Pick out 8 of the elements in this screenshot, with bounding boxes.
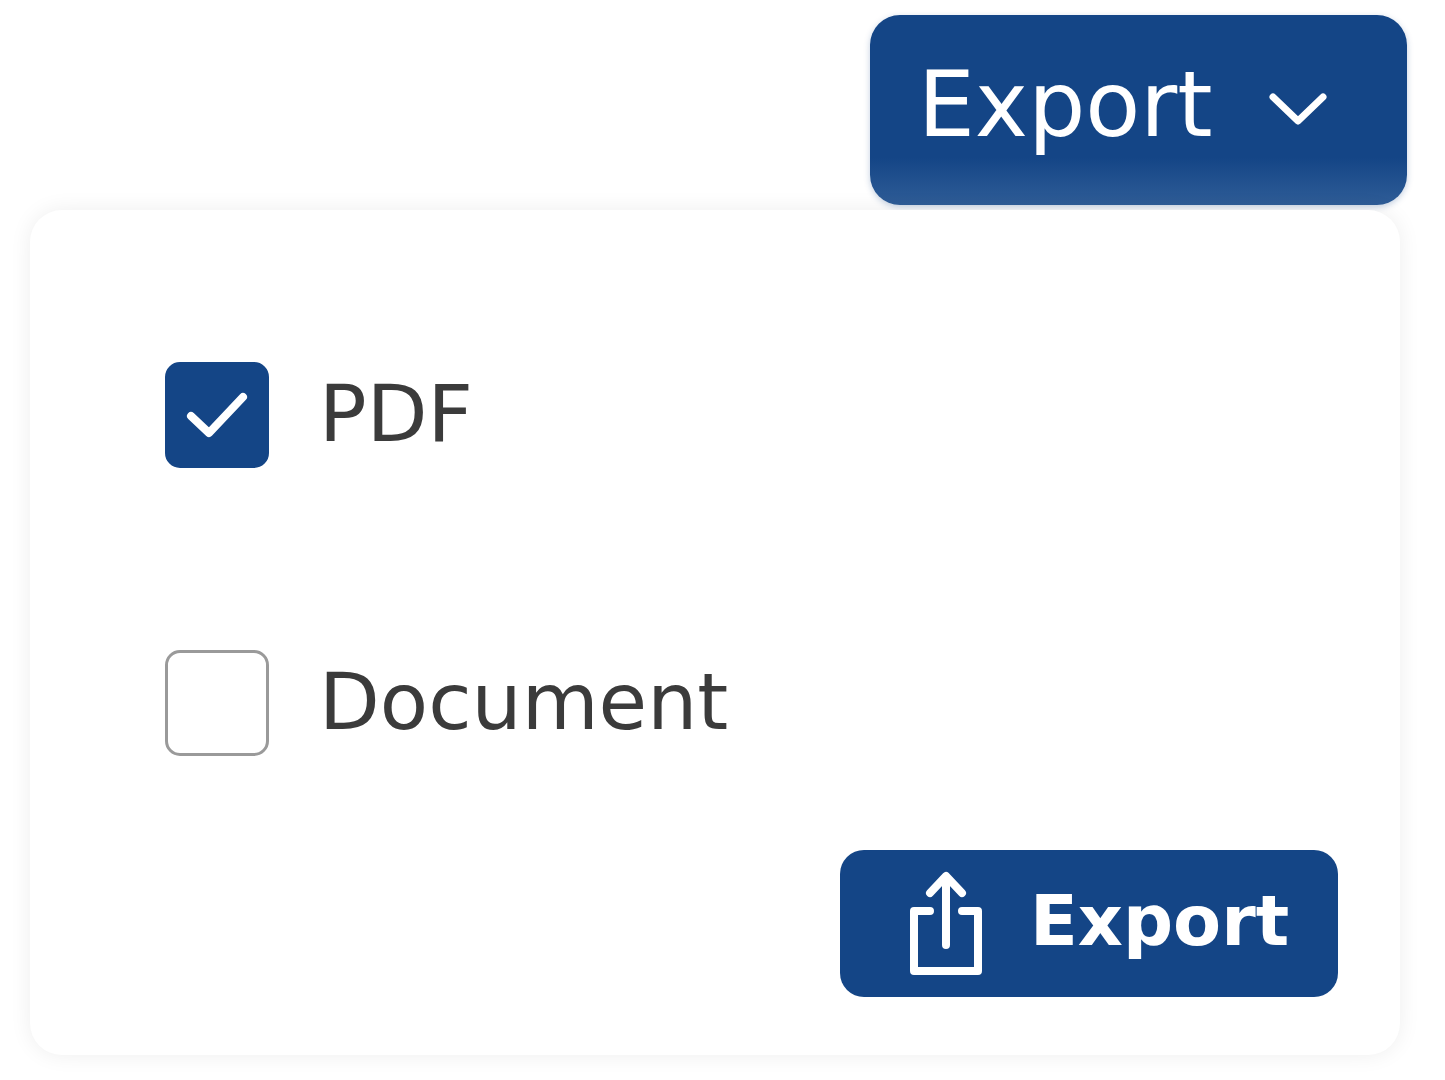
checkbox[interactable] (165, 361, 269, 468)
option-label: PDF (319, 375, 473, 454)
checkbox[interactable] (165, 649, 269, 756)
export-dropdown-button[interactable]: Export (870, 15, 1407, 205)
check-icon (186, 391, 248, 438)
export-button[interactable]: Export (840, 850, 1338, 997)
chevron-down-icon (1268, 93, 1327, 125)
option-label: Document (319, 663, 729, 742)
